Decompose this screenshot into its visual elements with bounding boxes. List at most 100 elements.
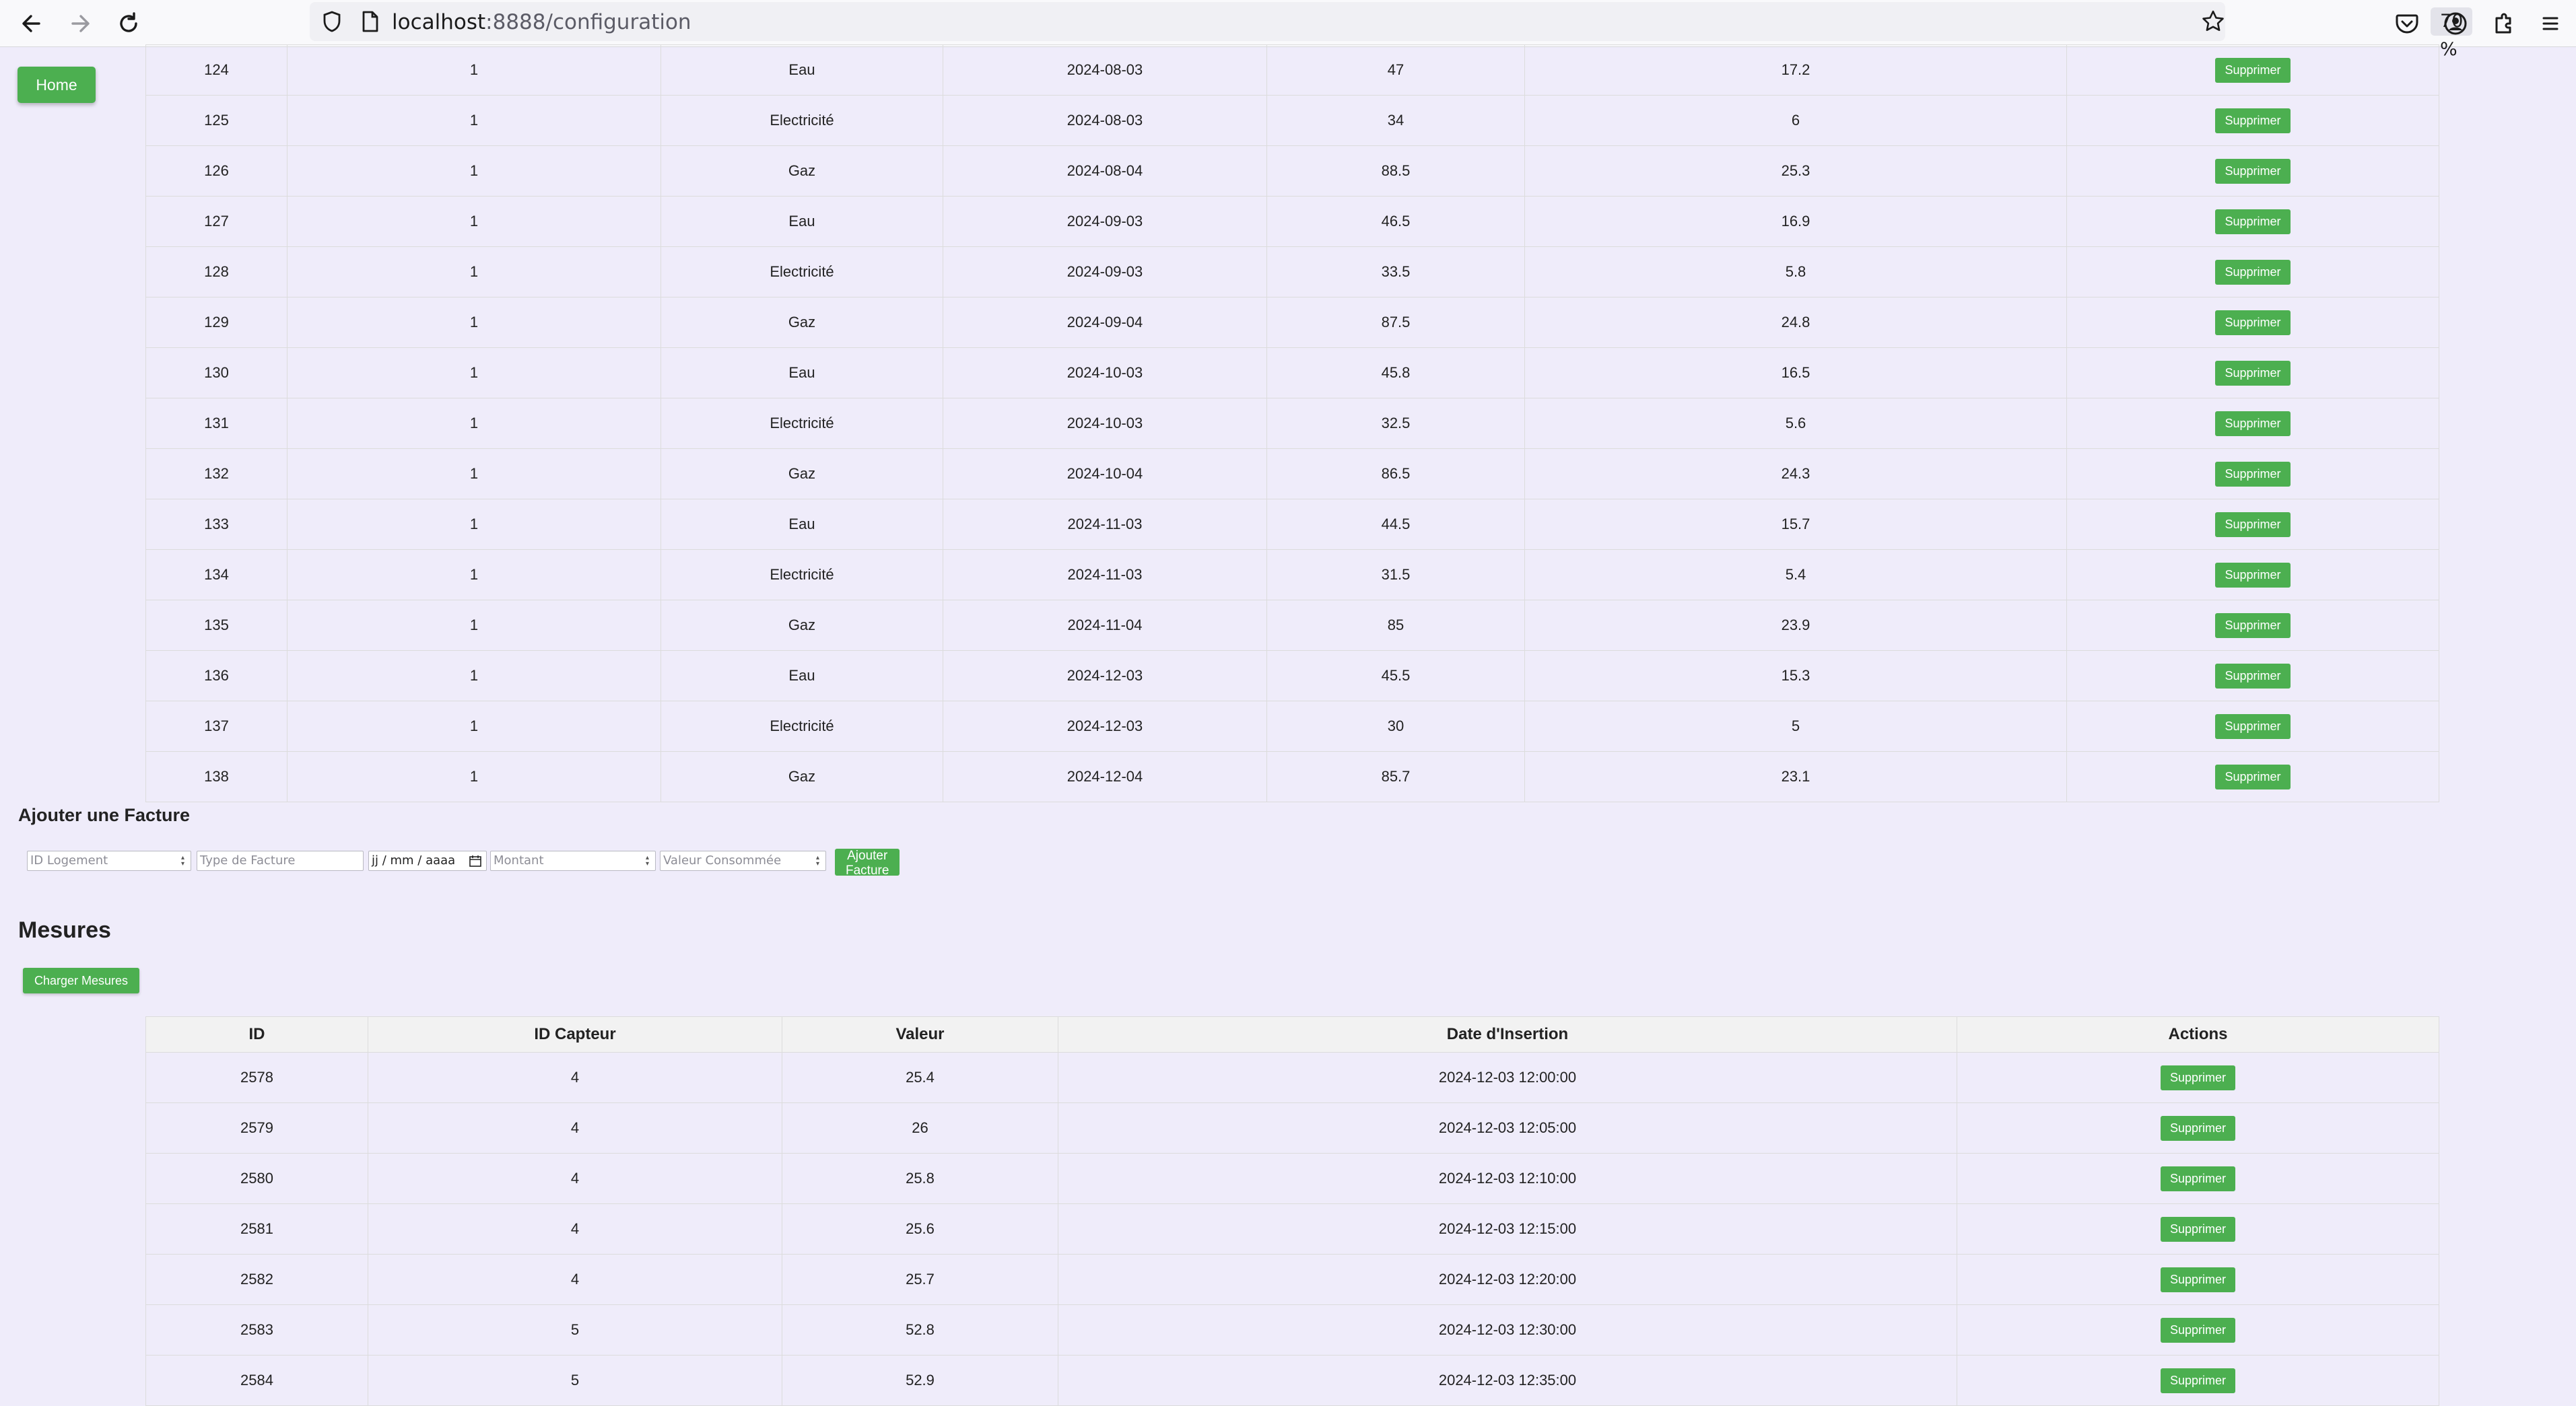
pocket-icon[interactable] <box>2392 8 2422 39</box>
delete-button[interactable]: Supprimer <box>2215 209 2291 234</box>
table-row: 135 1 Gaz 2024-11-04 85 23.9 Supprimer <box>145 600 2439 651</box>
table-cell: 15.3 <box>1524 650 2067 701</box>
montant-field[interactable]: Montant ▴ ▾ <box>490 851 656 871</box>
table-cell: 6 <box>1524 95 2067 146</box>
table-cell: 2582 <box>145 1254 368 1305</box>
table-cell: 2583 <box>145 1304 368 1356</box>
valeur-consommee-field[interactable]: Valeur Consommée ▴ ▾ <box>660 851 826 871</box>
table-cell: 138 <box>145 751 287 802</box>
delete-button[interactable]: Supprimer <box>2215 512 2291 537</box>
address-bar[interactable]: localhost:8888/configuration 70 % <box>310 2 2473 60</box>
reload-icon[interactable] <box>112 7 145 40</box>
url-text[interactable]: localhost:8888/configuration <box>392 10 691 34</box>
delete-button[interactable]: Supprimer <box>2215 764 2291 789</box>
table-cell: 2024-12-03 12:05:00 <box>1058 1102 1957 1154</box>
delete-button[interactable]: Supprimer <box>2215 612 2291 638</box>
column-header-id: ID <box>145 1016 368 1053</box>
table-row: 131 1 Electricité 2024-10-03 32.5 5.6 Supprime… <box>145 398 2439 449</box>
table-cell: 124 <box>145 44 287 96</box>
spinner-icon[interactable]: ▴ ▾ <box>181 855 188 868</box>
table-cell: 31.5 <box>1266 549 1525 600</box>
table-cell: 129 <box>145 297 287 348</box>
account-icon[interactable] <box>2440 8 2471 39</box>
delete-button[interactable]: Supprimer <box>2215 461 2291 487</box>
actions-cell: Supprimer <box>2066 398 2439 449</box>
actions-cell: Supprimer <box>1957 1052 2439 1103</box>
delete-button[interactable]: Supprimer <box>2160 1115 2236 1141</box>
delete-button[interactable]: Supprimer <box>2160 1166 2236 1191</box>
table-cell: 133 <box>145 499 287 550</box>
delete-button[interactable]: Supprimer <box>2160 1267 2236 1292</box>
delete-button[interactable]: Supprimer <box>2215 562 2291 588</box>
table-row: 124 1 Eau 2024-08-03 47 17.2 Supprimer <box>145 44 2439 96</box>
table-row: 133 1 Eau 2024-11-03 44.5 15.7 Supprimer <box>145 499 2439 550</box>
add-facture-button[interactable]: Ajouter Facture <box>835 849 900 878</box>
table-row: 127 1 Eau 2024-09-03 46.5 16.9 Supprimer <box>145 196 2439 247</box>
actions-cell: Supprimer <box>2066 448 2439 499</box>
table-cell: 4 <box>368 1254 782 1305</box>
spinner-icon[interactable]: ▴ ▾ <box>816 855 823 868</box>
load-mesures-button[interactable]: Charger Mesures <box>23 968 140 993</box>
shield-icon[interactable] <box>318 7 346 36</box>
table-cell: 2024-12-04 <box>943 751 1267 802</box>
page-icon[interactable] <box>355 7 384 36</box>
delete-button[interactable]: Supprimer <box>2160 1317 2236 1343</box>
table-cell: 4 <box>368 1153 782 1204</box>
table-row: 126 1 Gaz 2024-08-04 88.5 25.3 Supprimer <box>145 145 2439 197</box>
table-cell: 25.4 <box>782 1052 1058 1103</box>
table-cell: 2024-11-03 <box>943 499 1267 550</box>
delete-button[interactable]: Supprimer <box>2160 1368 2236 1393</box>
actions-cell: Supprimer <box>2066 751 2439 802</box>
delete-button[interactable]: Supprimer <box>2215 57 2291 83</box>
table-cell: 47 <box>1266 44 1525 96</box>
montant-placeholder: Montant <box>494 853 544 868</box>
extensions-icon[interactable] <box>2488 8 2519 39</box>
date-field[interactable]: jj / mm / aaaa <box>368 851 487 871</box>
table-cell: 1 <box>287 145 661 197</box>
table-cell: 5.6 <box>1524 398 2067 449</box>
table-cell: 2024-11-04 <box>943 600 1267 651</box>
actions-cell: Supprimer <box>2066 499 2439 550</box>
table-row: 125 1 Electricité 2024-08-03 34 6 Supprimer <box>145 95 2439 146</box>
table-cell: 45.5 <box>1266 650 1525 701</box>
table-cell: Gaz <box>660 600 943 651</box>
delete-button[interactable]: Supprimer <box>2215 663 2291 689</box>
table-cell: Gaz <box>660 751 943 802</box>
type-facture-placeholder: Type de Facture <box>200 853 296 868</box>
back-icon[interactable] <box>15 7 48 40</box>
table-cell: 1 <box>287 549 661 600</box>
table-cell: 2581 <box>145 1203 368 1255</box>
table-cell: 134 <box>145 549 287 600</box>
table-cell: 130 <box>145 347 287 398</box>
actions-cell: Supprimer <box>2066 650 2439 701</box>
menu-icon[interactable] <box>2537 8 2564 39</box>
delete-button[interactable]: Supprimer <box>2215 411 2291 436</box>
table-cell: 4 <box>368 1052 782 1103</box>
delete-button[interactable]: Supprimer <box>2215 360 2291 386</box>
table-cell: 2024-10-03 <box>943 347 1267 398</box>
table-cell: 85 <box>1266 600 1525 651</box>
delete-button[interactable]: Supprimer <box>2215 259 2291 285</box>
delete-button[interactable]: Supprimer <box>2215 158 2291 184</box>
actions-cell: Supprimer <box>1957 1153 2439 1204</box>
table-cell: 2024-11-03 <box>943 549 1267 600</box>
table-cell: 131 <box>145 398 287 449</box>
home-button[interactable]: Home <box>18 67 96 103</box>
forward-icon[interactable] <box>63 7 97 40</box>
table-cell: 2024-10-04 <box>943 448 1267 499</box>
table-cell: 44.5 <box>1266 499 1525 550</box>
delete-button[interactable]: Supprimer <box>2160 1216 2236 1242</box>
delete-button[interactable]: Supprimer <box>2215 108 2291 133</box>
spinner-icon[interactable]: ▴ ▾ <box>646 855 652 868</box>
delete-button[interactable]: Supprimer <box>2215 310 2291 335</box>
table-cell: 2024-12-03 12:20:00 <box>1058 1254 1957 1305</box>
bookmark-star-icon[interactable] <box>2199 7 2227 36</box>
type-facture-field[interactable]: Type de Facture <box>197 851 364 871</box>
table-cell: 85.7 <box>1266 751 1525 802</box>
table-cell: 24.3 <box>1524 448 2067 499</box>
id-logement-field[interactable]: ID Logement ▴ ▾ <box>27 851 191 871</box>
delete-button[interactable]: Supprimer <box>2215 713 2291 739</box>
delete-button[interactable]: Supprimer <box>2160 1065 2236 1090</box>
actions-cell: Supprimer <box>1957 1304 2439 1356</box>
calendar-icon[interactable] <box>469 854 482 868</box>
